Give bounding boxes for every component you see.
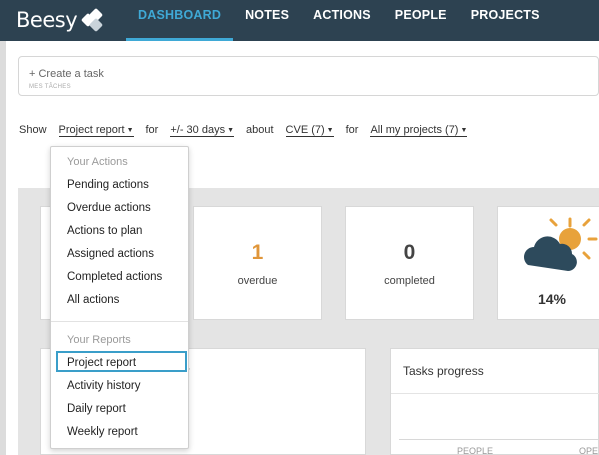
caret-down-icon: ▼: [227, 127, 235, 134]
menu-item-all-actions[interactable]: All actions: [67, 294, 119, 306]
period-value: +/- 30 days: [170, 124, 226, 136]
nav-notes[interactable]: NOTES: [233, 0, 301, 41]
logo-text: Beesy: [16, 8, 78, 32]
caret-down-icon: ▼: [126, 127, 134, 134]
weather-sun-cloud-icon: [524, 217, 598, 271]
filter-show-label: Show: [19, 124, 47, 136]
caret-down-icon: ▼: [460, 127, 468, 134]
main-nav: DASHBOARD NOTES ACTIONS PEOPLE PROJECTS: [126, 0, 552, 41]
tasks-progress-title: Tasks progress: [403, 364, 484, 378]
menu-item-project-report[interactable]: Project report: [67, 357, 136, 369]
top-nav-bar: Beesy DASHBOARD NOTES ACTIONS PEOPLE PRO…: [0, 0, 599, 41]
filter-for-label: for: [145, 124, 159, 136]
completed-count: 0: [403, 241, 416, 264]
stat-card-overdue: 1 overdue: [193, 206, 322, 320]
create-task-input[interactable]: + Create a task MES TÂCHES: [18, 56, 599, 96]
menu-item-weekly-report[interactable]: Weekly report: [67, 426, 138, 438]
scope-dropdown[interactable]: CVE (7) ▼: [285, 124, 334, 137]
col-header-open: OPE: [579, 446, 599, 455]
divider: [399, 439, 599, 440]
menu-item-overdue-actions[interactable]: Overdue actions: [67, 202, 151, 214]
col-header-people: PEOPLE: [457, 446, 494, 455]
menu-item-assigned-actions[interactable]: Assigned actions: [67, 248, 154, 260]
report-type-dropdown[interactable]: Project report ▼: [58, 124, 134, 137]
menu-item-actions-to-plan[interactable]: Actions to plan: [67, 225, 142, 237]
menu-item-completed-actions[interactable]: Completed actions: [67, 271, 162, 283]
report-filter-row: Show Project report ▼ for +/- 30 days ▼ about C…: [19, 124, 468, 137]
my-tasks-sublabel: MES TÂCHES: [29, 84, 71, 90]
overdue-count: 1: [251, 241, 264, 264]
menu-item-activity-history[interactable]: Activity history: [67, 380, 141, 392]
filter-about-label: about: [246, 124, 274, 136]
menu-separator: [51, 321, 188, 322]
filter-for-label-2: for: [345, 124, 359, 136]
nav-dashboard[interactable]: DASHBOARD: [126, 0, 234, 41]
nav-people[interactable]: PEOPLE: [383, 0, 459, 41]
menu-item-daily-report[interactable]: Daily report: [67, 403, 126, 415]
divider: [391, 393, 599, 394]
logo-cube-icon: [81, 7, 108, 33]
menu-header-actions: Your Actions: [67, 156, 128, 168]
report-type-value: Project report: [58, 124, 125, 136]
scope-value: CVE (7): [285, 124, 325, 136]
projects-dropdown[interactable]: All my projects (7) ▼: [370, 124, 468, 137]
stat-card-weather: 14%: [497, 206, 599, 320]
caret-down-icon: ▼: [326, 127, 334, 134]
report-type-menu: Your Actions Pending actions Overdue act…: [50, 146, 189, 449]
menu-item-pending-actions[interactable]: Pending actions: [67, 179, 149, 191]
menu-header-reports: Your Reports: [67, 334, 131, 346]
projects-value: All my projects (7): [370, 124, 459, 136]
weather-percent: 14%: [537, 291, 567, 307]
create-task-label: + Create a task: [29, 68, 104, 80]
overdue-label: overdue: [237, 275, 278, 287]
nav-projects[interactable]: PROJECTS: [459, 0, 552, 41]
completed-label: completed: [384, 275, 435, 287]
stat-card-completed: 0 completed: [345, 206, 474, 320]
tasks-progress-card: Tasks progress PEOPLE OPE: [390, 348, 599, 455]
period-dropdown[interactable]: +/- 30 days ▼: [170, 124, 235, 137]
nav-actions[interactable]: ACTIONS: [301, 0, 383, 41]
app-logo[interactable]: Beesy: [16, 5, 108, 35]
